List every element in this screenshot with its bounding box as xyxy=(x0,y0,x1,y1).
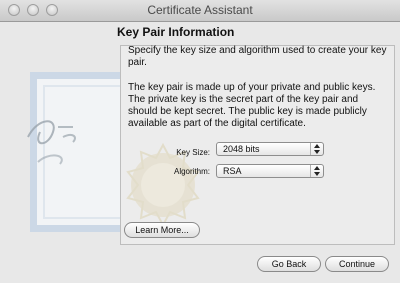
go-back-button[interactable]: Go Back xyxy=(257,256,321,272)
popup-arrows-icon xyxy=(310,143,323,155)
arrow-down-icon xyxy=(314,172,320,176)
learn-more-button[interactable]: Learn More... xyxy=(124,222,200,238)
section-heading: Key Pair Information xyxy=(117,25,235,39)
algorithm-label: Algorithm: xyxy=(173,167,210,176)
certificate-script-icon xyxy=(27,120,76,165)
certificate-assistant-window: Certificate Assistant Key Pair Informati… xyxy=(0,0,400,283)
popup-arrows-icon xyxy=(310,165,323,177)
intro-text: Specify the key size and algorithm used … xyxy=(128,45,387,68)
title-bar[interactable]: Certificate Assistant xyxy=(0,0,400,22)
arrow-up-icon xyxy=(314,144,320,148)
certificate-illustration xyxy=(0,22,160,242)
key-size-value: 2048 bits xyxy=(223,144,260,154)
continue-button[interactable]: Continue xyxy=(325,256,389,272)
window-title: Certificate Assistant xyxy=(147,3,253,17)
algorithm-popup[interactable]: RSA xyxy=(216,164,324,178)
algorithm-value: RSA xyxy=(223,166,242,176)
arrow-down-icon xyxy=(314,150,320,154)
explanation-text: The key pair is made up of your private … xyxy=(128,82,376,129)
arrow-up-icon xyxy=(314,166,320,170)
key-size-label: Key Size: xyxy=(176,148,210,157)
key-size-popup[interactable]: 2048 bits xyxy=(216,142,324,156)
